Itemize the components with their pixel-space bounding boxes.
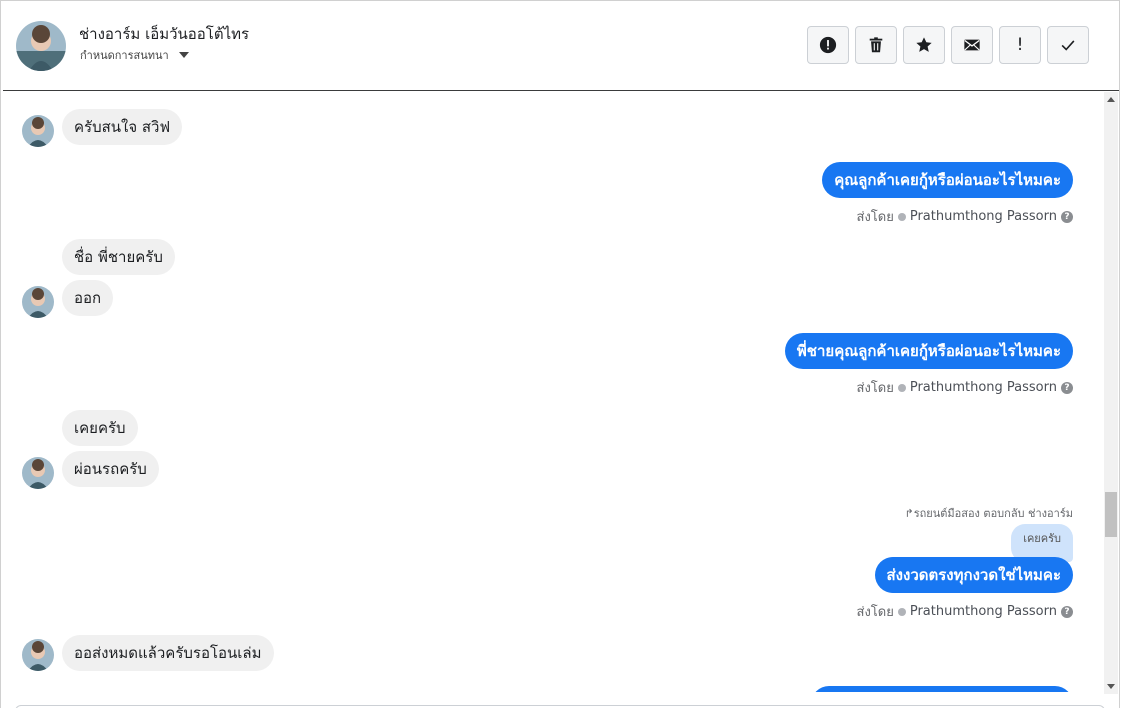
sent-by-name[interactable]: Prathumthong Passorn [910,604,1057,619]
delete-button[interactable] [855,26,897,64]
conversation-settings-dropdown[interactable]: กำหนดการสนทนา [80,46,189,64]
agent-status-icon [897,607,906,616]
contact-avatar-small[interactable] [22,286,54,318]
outgoing-message-partial[interactable] [811,686,1073,692]
sent-by-info: ส่งโดย Prathumthong Passorn ? [857,206,1073,227]
scroll-down-arrow-icon[interactable] [1107,684,1115,689]
agent-status-icon [897,383,906,392]
sent-by-name[interactable]: Prathumthong Passorn [910,209,1057,224]
incoming-message[interactable]: เคยครับ [62,410,138,446]
done-button[interactable] [1047,26,1089,64]
report-button[interactable] [807,26,849,64]
conversation-header: ช่างอาร์ม เอ็มวันออโต้ไทร กำหนดการสนทนา [3,1,1119,91]
incoming-message[interactable]: ออก [62,280,114,316]
contact-name: ช่างอาร์ม เอ็มวันออโต้ไทร [79,25,250,43]
contact-avatar-small[interactable] [22,115,54,147]
alert-circle-icon [819,36,837,54]
outgoing-message[interactable]: คุณลูกค้าเคยกู้หรือผ่อนอะไรไหมคะ [822,162,1073,198]
exclamation-icon: ! [1016,34,1024,55]
sent-by-label: ส่งโดย [856,381,894,396]
scroll-up-arrow-icon[interactable] [1107,97,1115,102]
help-icon[interactable]: ? [1061,381,1073,394]
sent-by-info: ส่งโดย Prathumthong Passorn ? [857,601,1073,622]
contact-avatar-small[interactable] [22,639,54,671]
scrollbar-thumb[interactable] [1105,492,1117,537]
help-icon[interactable]: ? [1061,605,1073,618]
trash-icon [869,37,883,53]
star-icon [916,37,932,52]
conversation-settings-label: กำหนดการสนทนา [80,49,169,62]
help-icon[interactable]: ? [1061,210,1073,223]
star-button[interactable] [903,26,945,64]
header-actions: ! [807,26,1089,64]
envelope-icon [964,39,980,51]
sent-by-info: ส่งโดย Prathumthong Passorn ? [857,377,1073,398]
outgoing-message[interactable]: พี่ชายคุณลูกค้าเคยกู้หรือผ่อนอะไรไหมคะ [784,333,1073,369]
mail-button[interactable] [951,26,993,64]
incoming-message[interactable]: ชื่อ พี่ชายครับ [62,239,175,275]
sent-by-label: ส่งโดย [856,210,894,225]
outgoing-message[interactable]: ส่งงวดตรงทุกงวดใช่ไหมคะ [874,557,1073,593]
sent-by-name[interactable]: Prathumthong Passorn [910,380,1057,395]
caret-down-icon [178,52,189,58]
incoming-message[interactable]: ผ่อนรถครับ [62,451,159,487]
reply-context-note: ↱รถยนต์มือสอง ตอบกลับ ช่างอาร์ม [904,507,1073,520]
checkmark-icon [1061,40,1075,51]
important-button[interactable]: ! [999,26,1041,64]
contact-avatar[interactable] [16,21,66,71]
sent-by-label: ส่งโดย [856,605,894,620]
incoming-message[interactable]: ออส่งหมดแล้วครับรอโอนเล่ม [62,635,274,671]
conversation-window: ช่างอาร์ม เอ็มวันออโต้ไทร กำหนดการสนทนา [0,0,1120,708]
reply-arrow-icon: ↱ [904,507,914,520]
message-thread[interactable]: ครับสนใจ สวิฟ คุณลูกค้าเคยกู้หรือผ่อนอะไ… [3,92,1103,692]
contact-avatar-small[interactable] [22,457,54,489]
thread-scrollbar[interactable] [1104,92,1118,694]
agent-status-icon [897,212,906,221]
incoming-message[interactable]: ครับสนใจ สวิฟ [62,109,183,145]
